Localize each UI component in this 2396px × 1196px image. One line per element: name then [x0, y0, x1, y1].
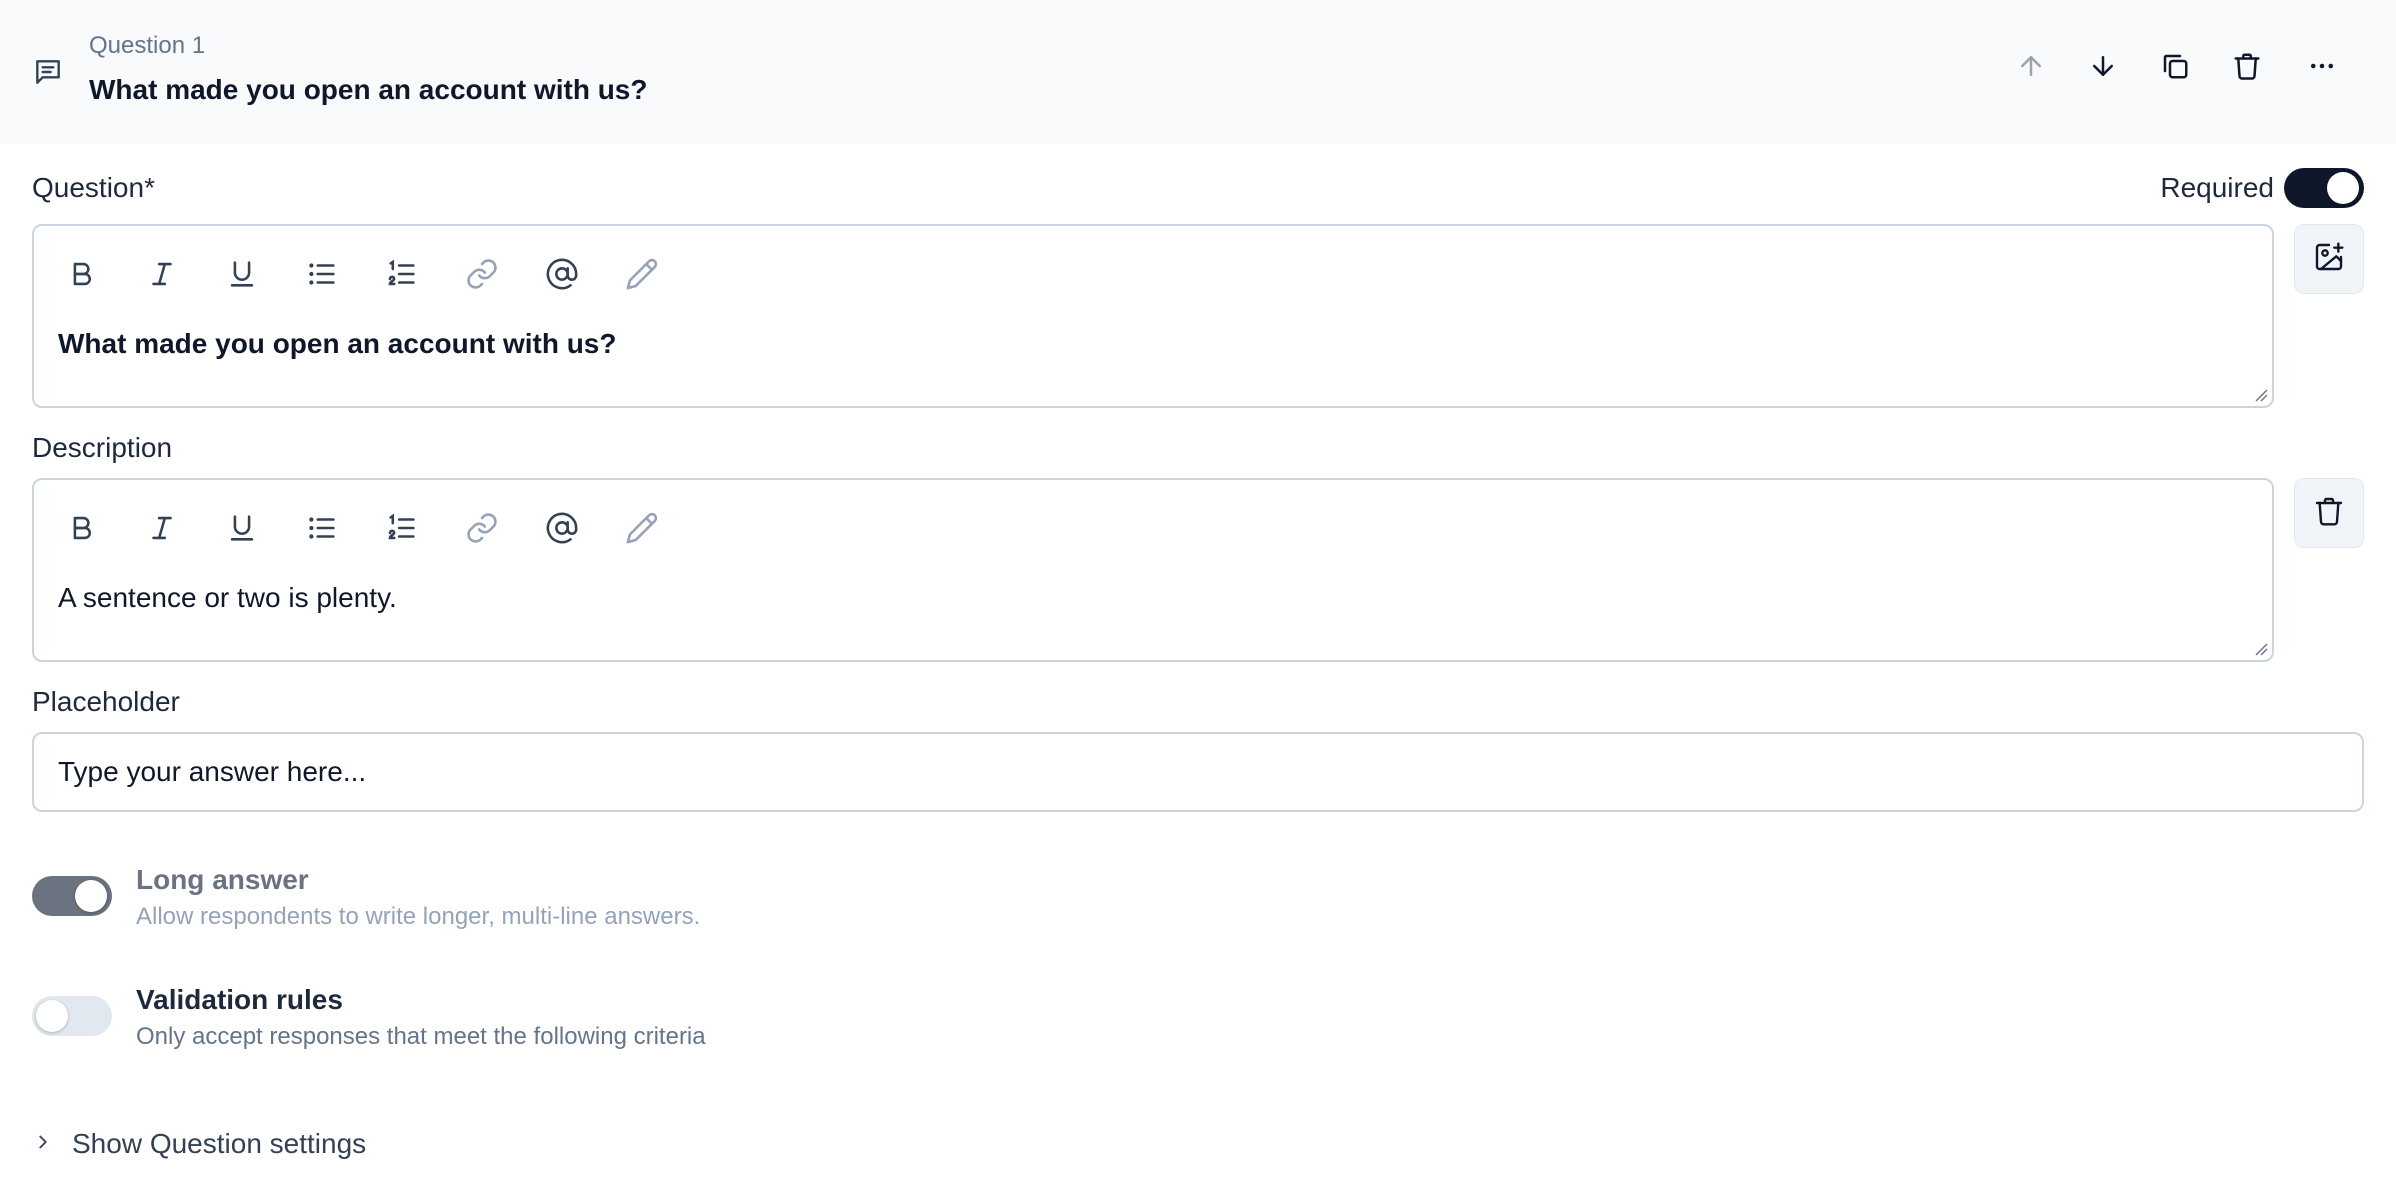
trash-icon [2313, 495, 2345, 532]
more-options-button[interactable] [2304, 50, 2340, 86]
arrow-down-icon [2088, 51, 2118, 86]
duplicate-button[interactable] [2157, 50, 2193, 86]
bullet-list-button[interactable] [298, 252, 346, 300]
bold-button[interactable] [58, 506, 106, 554]
description-text[interactable]: A sentence or two is plenty. [58, 582, 397, 614]
mention-icon [545, 511, 579, 550]
bold-button[interactable] [58, 252, 106, 300]
image-plus-icon [2313, 241, 2345, 278]
link-button[interactable] [458, 252, 506, 300]
resize-grip-icon[interactable] [2252, 386, 2268, 402]
bullet-list-icon [305, 257, 339, 296]
numbered-list-icon [385, 511, 419, 550]
question-number: Question 1 [89, 32, 206, 59]
placeholder-label: Placeholder [32, 686, 180, 717]
description-label: Description [32, 432, 173, 463]
placeholder-input[interactable] [32, 732, 2364, 812]
link-icon [465, 511, 499, 550]
arrow-up-icon [2016, 51, 2046, 86]
description-toolbar [58, 506, 698, 554]
numbered-list-button[interactable] [378, 252, 426, 300]
numbered-list-button[interactable] [378, 506, 426, 554]
required-label: Required [2160, 172, 2274, 203]
mention-button[interactable] [538, 252, 586, 300]
underline-icon [225, 257, 259, 296]
show-question-settings[interactable]: Show Question settings [32, 1128, 366, 1160]
bullet-list-button[interactable] [298, 506, 346, 554]
trash-icon [2232, 51, 2262, 86]
italic-button[interactable] [138, 506, 186, 554]
description-editor[interactable]: A sentence or two is plenty. [32, 478, 2274, 662]
delete-question-button[interactable] [2229, 50, 2265, 86]
mention-icon [545, 257, 579, 296]
italic-icon [145, 511, 179, 550]
long-answer-title: Long answer [136, 864, 309, 895]
required-toggle[interactable] [2284, 168, 2364, 208]
pencil-icon [625, 511, 659, 550]
delete-description-button[interactable] [2294, 478, 2364, 548]
pencil-icon [625, 257, 659, 296]
show-question-settings-label: Show Question settings [72, 1128, 367, 1159]
underline-icon [225, 511, 259, 550]
validation-rules-description: Only accept responses that meet the foll… [136, 1023, 706, 1050]
move-down-button[interactable] [2085, 50, 2121, 86]
validation-rules-title: Validation rules [136, 984, 343, 1015]
bullet-list-icon [305, 511, 339, 550]
bold-icon [65, 257, 99, 296]
italic-icon [145, 257, 179, 296]
underline-button[interactable] [218, 252, 266, 300]
validation-rules-toggle[interactable] [32, 996, 112, 1036]
add-image-button[interactable] [2294, 224, 2364, 294]
chevron-right-icon [32, 1128, 72, 1160]
question-label: Question* [32, 172, 155, 203]
numbered-list-icon [385, 257, 419, 296]
link-icon [465, 257, 499, 296]
link-button[interactable] [458, 506, 506, 554]
italic-button[interactable] [138, 252, 186, 300]
question-header: Question 1 What made you open an account… [0, 0, 2396, 144]
message-square-text-icon [32, 56, 64, 88]
mention-button[interactable] [538, 506, 586, 554]
resize-grip-icon[interactable] [2252, 640, 2268, 656]
copy-icon [2160, 51, 2190, 86]
underline-button[interactable] [218, 506, 266, 554]
more-horizontal-icon [2307, 51, 2337, 86]
bold-icon [65, 511, 99, 550]
question-toolbar [58, 252, 698, 300]
recall-button[interactable] [618, 506, 666, 554]
question-text[interactable]: What made you open an account with us? [58, 328, 616, 360]
move-up-button[interactable] [2013, 50, 2049, 86]
long-answer-description: Allow respondents to write longer, multi… [136, 903, 701, 930]
question-title: What made you open an account with us? [89, 74, 648, 105]
recall-button[interactable] [618, 252, 666, 300]
long-answer-toggle[interactable] [32, 876, 112, 916]
question-editor[interactable]: What made you open an account with us? [32, 224, 2274, 408]
